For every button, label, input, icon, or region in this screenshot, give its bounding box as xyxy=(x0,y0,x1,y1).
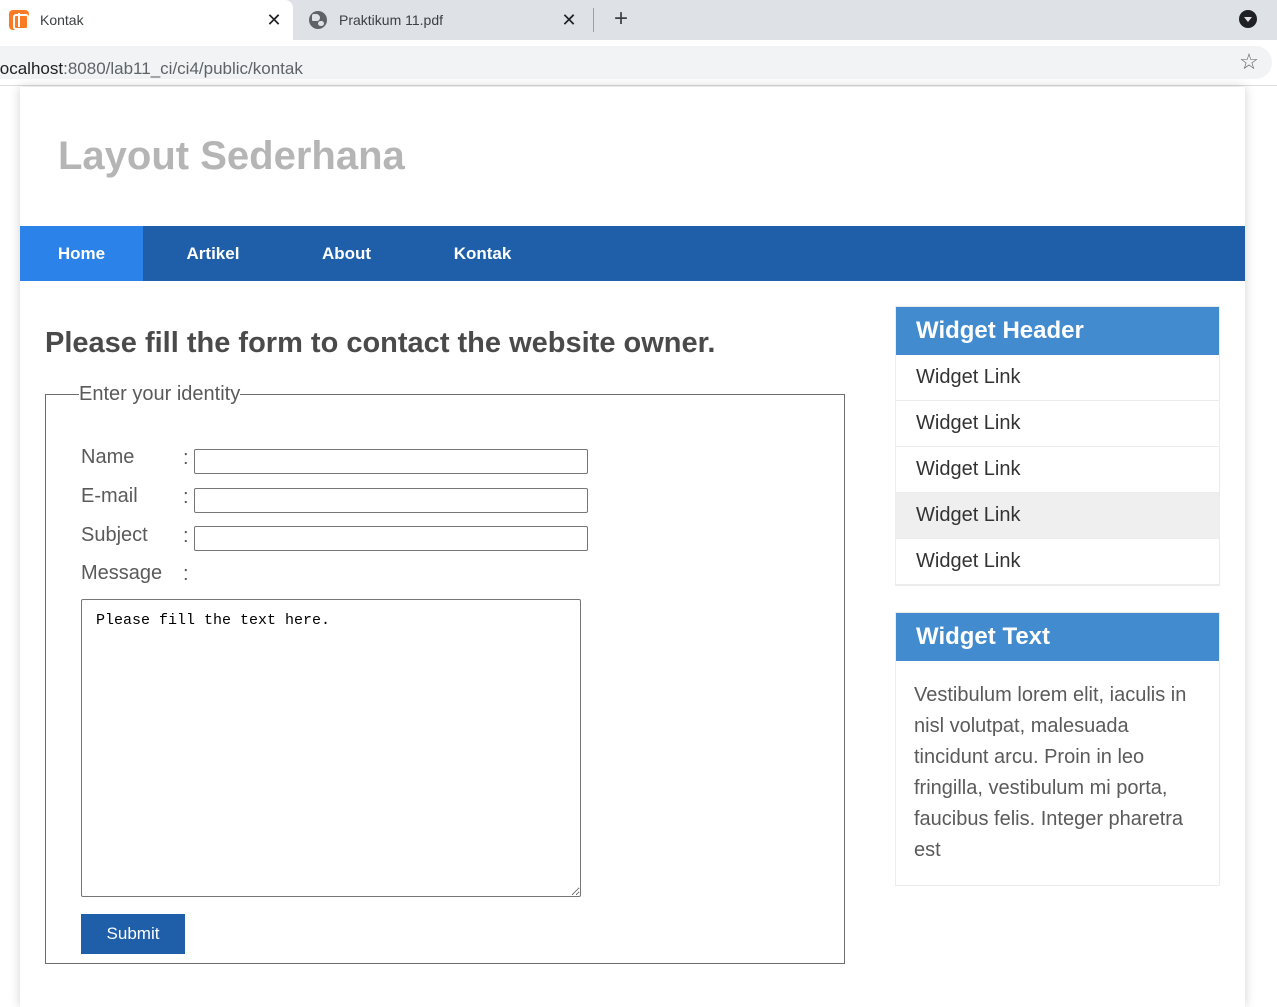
widget-text-header: Widget Text xyxy=(896,613,1219,661)
globe-icon xyxy=(309,11,327,29)
close-icon[interactable]: ✕ xyxy=(559,10,579,30)
nav-about[interactable]: About xyxy=(283,226,410,281)
browser-toolbar: localhost:8080/lab11_ci/ci4/public/konta… xyxy=(0,40,1277,86)
message-label: Message xyxy=(81,562,163,584)
name-label: Name xyxy=(81,446,135,468)
name-input[interactable] xyxy=(194,449,588,474)
site-title: Layout Sederhana xyxy=(58,134,405,178)
xampp-favicon-icon xyxy=(9,10,29,30)
nav-artikel[interactable]: Artikel xyxy=(143,226,283,281)
nav-home[interactable]: Home xyxy=(20,226,143,281)
widget-link[interactable]: Widget Link xyxy=(896,355,1219,401)
new-tab-plus-icon[interactable]: + xyxy=(608,6,634,32)
tab-title: Kontak xyxy=(40,12,84,28)
message-colon: : xyxy=(183,563,189,585)
close-icon[interactable]: ✕ xyxy=(264,10,284,30)
nav-kontak[interactable]: Kontak xyxy=(410,226,555,281)
tab-title: Praktikum 11.pdf xyxy=(339,12,444,28)
subject-label: Subject xyxy=(81,524,148,546)
address-bar[interactable]: localhost:8080/lab11_ci/ci4/public/konta… xyxy=(0,46,1272,79)
main-navbar: Home Artikel About Kontak xyxy=(20,226,1245,281)
subject-colon: : xyxy=(183,525,189,547)
submit-button[interactable]: Submit xyxy=(81,914,185,954)
widget-link[interactable]: Widget Link xyxy=(896,401,1219,447)
tab-separator xyxy=(593,8,594,32)
url-text[interactable]: localhost:8080/lab11_ci/ci4/public/konta… xyxy=(0,59,303,79)
widget-link[interactable]: Widget Link xyxy=(896,539,1219,585)
browser-tabstrip: Kontak ✕ Praktikum 11.pdf ✕ + xyxy=(0,0,1277,40)
email-input[interactable] xyxy=(194,488,588,513)
tab-search-icon[interactable] xyxy=(1239,10,1257,28)
subject-input[interactable] xyxy=(194,526,588,551)
widget-text-body: Vestibulum lorem elit, iaculis in nisl v… xyxy=(914,684,1187,861)
email-label: E-mail xyxy=(81,485,138,507)
email-colon: : xyxy=(183,486,189,508)
site-container: Layout Sederhana Home Artikel About Kont… xyxy=(20,87,1245,1007)
identity-fieldset: Enter your identity Name : E-mail : Subj… xyxy=(45,383,845,964)
message-textarea[interactable]: Please fill the text here. xyxy=(81,599,581,897)
widget-links: Widget Header Widget Link Widget Link Wi… xyxy=(895,306,1220,586)
contact-heading: Please fill the form to contact the webs… xyxy=(45,327,716,359)
widget-link[interactable]: Widget Link xyxy=(896,493,1219,539)
widget-text: Widget Text Vestibulum lorem elit, iacul… xyxy=(895,612,1220,886)
bookmark-star-icon[interactable]: ☆ xyxy=(1237,50,1261,74)
name-colon: : xyxy=(183,447,189,469)
tab-kontak[interactable]: Kontak ✕ xyxy=(0,0,293,40)
tab-praktikum-pdf[interactable]: Praktikum 11.pdf ✕ xyxy=(300,0,588,40)
widget-link[interactable]: Widget Link xyxy=(896,447,1219,493)
widget-header: Widget Header xyxy=(896,307,1219,355)
identity-legend: Enter your identity xyxy=(79,383,241,405)
